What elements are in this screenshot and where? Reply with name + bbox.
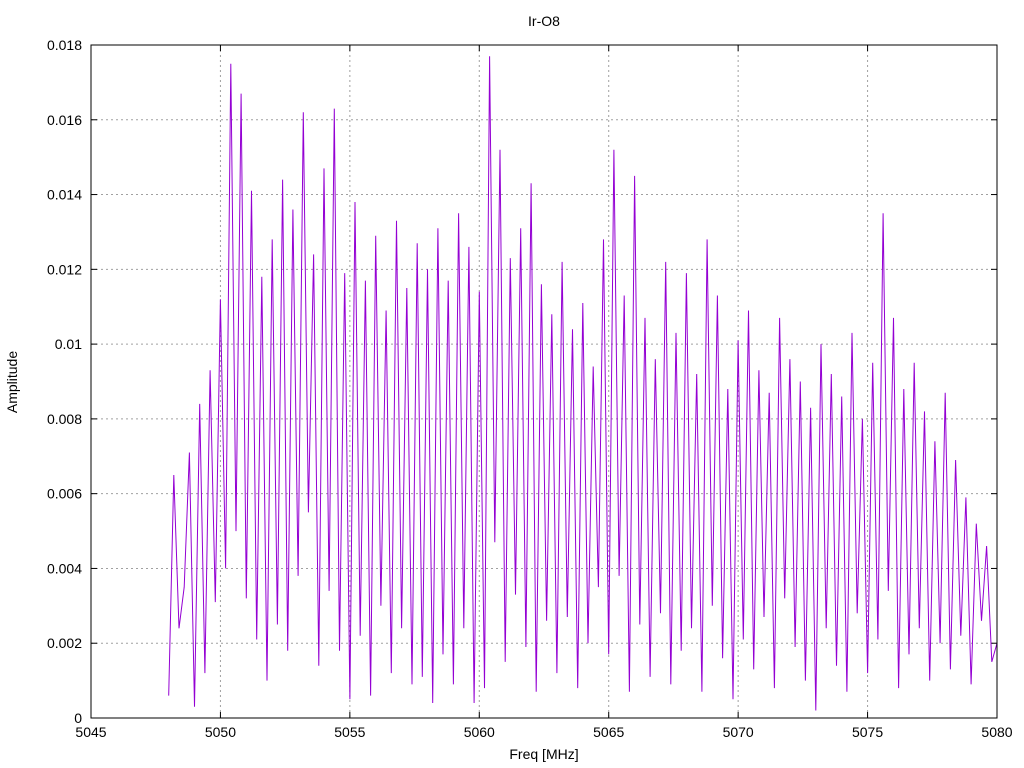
y-tick-label: 0.016 <box>47 112 82 128</box>
x-tick-label: 5075 <box>852 724 883 740</box>
y-tick-label: 0 <box>74 710 82 726</box>
x-tick-label: 5055 <box>334 724 365 740</box>
x-tick-label: 5045 <box>75 724 106 740</box>
y-tick-label: 0.008 <box>47 411 82 427</box>
y-tick-label: 0.018 <box>47 37 82 53</box>
x-tick-label: 5060 <box>464 724 495 740</box>
x-tick-label: 5065 <box>593 724 624 740</box>
chart: 5045 5050 5055 5060 5065 5070 5075 5080 0 0.002 0.… <box>0 0 1024 768</box>
y-tick-label: 0.002 <box>47 635 82 651</box>
x-tick-label: 5080 <box>981 724 1012 740</box>
y-axis-label: Amplitude <box>4 351 20 413</box>
x-tick-label: 5070 <box>723 724 754 740</box>
y-tick-label: 0.004 <box>47 560 82 576</box>
y-tick-label: 0.012 <box>47 261 82 277</box>
x-axis-label: Freq [MHz] <box>509 746 578 762</box>
y-tick-label: 0.014 <box>47 187 82 203</box>
y-tick-label: 0.006 <box>47 486 82 502</box>
y-tick-label: 0.01 <box>55 336 82 352</box>
chart-title: Ir-O8 <box>528 13 560 29</box>
x-tick-label: 5050 <box>205 724 236 740</box>
